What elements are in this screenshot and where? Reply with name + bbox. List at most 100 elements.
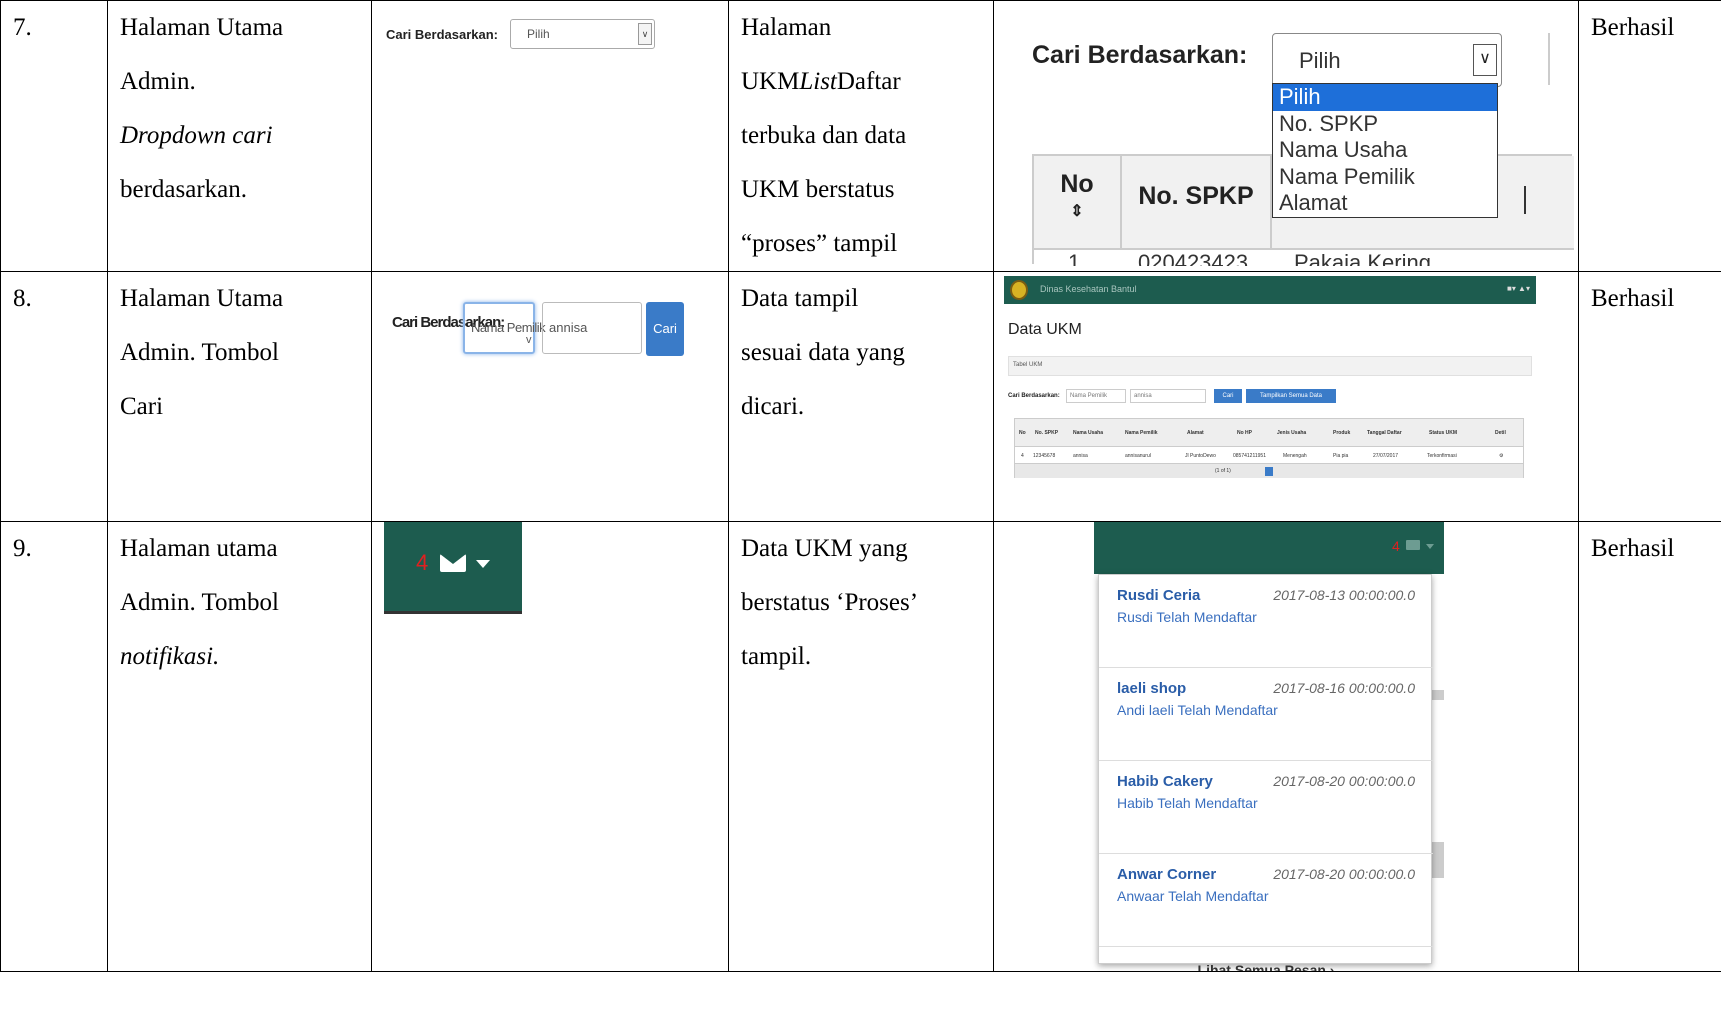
notification-date: 2017-08-13 00:00:00.0 bbox=[1273, 587, 1415, 603]
expected-line: UKMListDaftar bbox=[741, 68, 901, 95]
notification-date: 2017-08-20 00:00:00.0 bbox=[1273, 773, 1415, 789]
option-alamat[interactable]: Alamat bbox=[1273, 190, 1497, 217]
chevron-down-icon: ∨ bbox=[638, 23, 652, 45]
column-header[interactable]: No bbox=[1019, 430, 1026, 436]
row-number: 8. bbox=[13, 285, 32, 312]
search-by-select[interactable]: Pilih ∨ bbox=[510, 19, 655, 49]
notification-button[interactable]: 4 bbox=[384, 522, 522, 614]
column-header[interactable]: Alamat bbox=[1187, 430, 1204, 436]
table-cell: 1 bbox=[1068, 254, 1080, 266]
search-by-options: Pilih No. SPKP Nama Usaha Nama Pemilik A… bbox=[1272, 83, 1498, 218]
notification-message: Rusdi Telah Mendaftar bbox=[1117, 609, 1257, 625]
column-header[interactable]: Tanggal Daftar bbox=[1367, 430, 1402, 436]
option-no-spkp[interactable]: No. SPKP bbox=[1273, 111, 1497, 138]
search-by-select[interactable]: Nama Pemilik bbox=[1066, 389, 1126, 403]
search-by-select[interactable]: Nama Pemilik v bbox=[463, 302, 546, 354]
table-row: 9. Halaman utama Admin. Tombol notifikas… bbox=[0, 521, 1721, 972]
top-navbar: Dinas Kesehatan Bantul ■▾ ▲▾ bbox=[1004, 276, 1536, 304]
notification-item[interactable]: Rusdi Ceria 2017-08-13 00:00:00.0 Rusdi … bbox=[1099, 575, 1433, 668]
background-strip bbox=[1432, 842, 1444, 878]
expected-line: Halaman bbox=[741, 14, 832, 41]
output-screenshot-cell: Dinas Kesehatan Bantul ■▾ ▲▾ Data UKM Ta… bbox=[993, 271, 1579, 522]
chevron-down-icon: ∨ bbox=[1473, 44, 1497, 76]
notification-sender: laeli shop bbox=[1117, 680, 1187, 697]
column-header[interactable]: Detil bbox=[1495, 430, 1506, 436]
row-number: 7. bbox=[13, 14, 32, 41]
show-all-button[interactable]: Tampilkan Semua Data bbox=[1246, 389, 1336, 403]
notification-count: 4 bbox=[1392, 538, 1400, 554]
table-cell: annisanurul bbox=[1125, 453, 1151, 459]
scenario-italic: notifikasi. bbox=[120, 643, 220, 670]
column-header[interactable]: No. SPKP bbox=[1035, 430, 1058, 436]
column-header-no[interactable]: No ⇕ bbox=[1034, 156, 1122, 248]
notification-item[interactable]: Habib Cakery 2017-08-20 00:00:00.0 Habib… bbox=[1099, 761, 1433, 854]
expected-result-cell: Halaman UKMListDaftar terbuka dan data U… bbox=[728, 0, 994, 272]
notification-item[interactable]: Anwar Corner 2017-08-20 00:00:00.0 Anwaa… bbox=[1099, 854, 1433, 947]
sort-icon: ⇕ bbox=[1070, 203, 1084, 220]
table-cell: Menengah bbox=[1283, 453, 1307, 459]
brand-name: Dinas Kesehatan Bantul bbox=[1040, 284, 1137, 294]
column-header[interactable]: No HP bbox=[1237, 430, 1252, 436]
see-all-messages-link[interactable]: Lihat Semua Pesan › bbox=[1099, 947, 1433, 971]
notification-panel: Rusdi Ceria 2017-08-13 00:00:00.0 Rusdi … bbox=[1098, 574, 1433, 971]
row-number-cell: 7. bbox=[0, 0, 108, 272]
search-by-label: Cari Berdasarkan: bbox=[386, 26, 498, 42]
envelope-icon bbox=[440, 554, 466, 572]
search-button[interactable]: Cari bbox=[646, 302, 684, 356]
user-menu-icon[interactable]: ■▾ ▲▾ bbox=[1507, 284, 1530, 293]
option-pilih[interactable]: Pilih bbox=[1273, 84, 1497, 111]
notification-message: Andi laeli Telah Mendaftar bbox=[1117, 702, 1278, 718]
select-value: Pilih bbox=[527, 27, 550, 41]
option-nama-pemilik[interactable]: Nama Pemilik bbox=[1273, 164, 1497, 191]
output-screenshot-cell: Cari Berdasarkan: Pilih ∨ No ⇕ No. SPKP … bbox=[993, 0, 1579, 272]
scenario-cell: Halaman Utama Admin. Tombol Cari bbox=[107, 271, 372, 522]
table-cell: 085741211951 bbox=[1233, 453, 1266, 459]
envelope-icon[interactable] bbox=[1406, 540, 1420, 550]
notification-date: 2017-08-20 00:00:00.0 bbox=[1273, 866, 1415, 882]
table-row: 8. Halaman Utama Admin. Tombol Cari Cari… bbox=[0, 271, 1721, 522]
row-number-cell: 9. bbox=[0, 521, 108, 972]
scenario-line: Admin. Tombol bbox=[120, 589, 279, 616]
search-button[interactable]: Cari bbox=[1214, 389, 1242, 403]
expected-line: tampil. bbox=[741, 643, 812, 670]
expected-line: sesuai data yang bbox=[741, 339, 905, 366]
expected-line: “proses” tampil bbox=[741, 230, 898, 257]
expected-line: berstatus ‘Proses’ bbox=[741, 589, 919, 616]
table-cell: 020423423 bbox=[1138, 254, 1248, 266]
table-cell: Pakaja Kering bbox=[1294, 254, 1431, 266]
search-by-label: Cari Berdasarkan: bbox=[1008, 393, 1060, 399]
page-info: (1 of 1) bbox=[1215, 468, 1231, 474]
column-header[interactable]: Nama Usaha bbox=[1073, 430, 1103, 436]
result-cell: Berhasil bbox=[1578, 271, 1721, 522]
scenario-italic: Dropdown cari bbox=[120, 122, 273, 149]
notification-date: 2017-08-16 00:00:00.0 bbox=[1273, 680, 1415, 696]
page-title: Data UKM bbox=[1008, 321, 1082, 338]
page-button[interactable] bbox=[1265, 467, 1273, 476]
pagination: (1 of 1) bbox=[1015, 463, 1523, 478]
column-header[interactable]: Jenis Usaha bbox=[1277, 430, 1306, 436]
search-input[interactable]: annisa bbox=[1130, 389, 1206, 403]
expected-line: UKM berstatus bbox=[741, 176, 895, 203]
search-input[interactable]: annisa bbox=[542, 302, 642, 354]
panel-heading: Tabel UKM bbox=[1008, 356, 1532, 376]
data-ukm-screenshot: Dinas Kesehatan Bantul ■▾ ▲▾ Data UKM Ta… bbox=[1004, 276, 1536, 506]
table-cell: Terkonfirmasi bbox=[1427, 453, 1457, 459]
gear-icon[interactable]: ⚙ bbox=[1499, 453, 1503, 459]
caret-down-icon bbox=[1426, 544, 1434, 549]
search-by-select[interactable]: Pilih ∨ bbox=[1272, 33, 1502, 87]
notification-message: Anwaar Telah Mendaftar bbox=[1117, 888, 1269, 904]
table-row: 7. Halaman Utama Admin. Dropdown cari be… bbox=[0, 0, 1721, 272]
column-header-spkp[interactable]: No. SPKP bbox=[1122, 156, 1272, 248]
scenario-line: Halaman Utama bbox=[120, 14, 284, 41]
search-by-control: Cari Berdasarkan: Pilih ∨ bbox=[386, 19, 655, 49]
column-header[interactable]: Status UKM bbox=[1429, 430, 1457, 436]
scenario-line: Admin. bbox=[120, 68, 196, 95]
table-cell: 27/07/2017 bbox=[1373, 453, 1399, 459]
column-header[interactable]: Nama Pemilik bbox=[1125, 430, 1158, 436]
input-screenshot-cell: Cari Berdasarkan: Pilih ∨ bbox=[371, 0, 729, 272]
option-nama-usaha[interactable]: Nama Usaha bbox=[1273, 137, 1497, 164]
notification-item[interactable]: laeli shop 2017-08-16 00:00:00.0 Andi la… bbox=[1099, 668, 1433, 761]
column-header[interactable]: Produk bbox=[1333, 430, 1350, 436]
notification-sender: Habib Cakery bbox=[1117, 773, 1213, 790]
table-cell: 4 bbox=[1021, 453, 1024, 459]
